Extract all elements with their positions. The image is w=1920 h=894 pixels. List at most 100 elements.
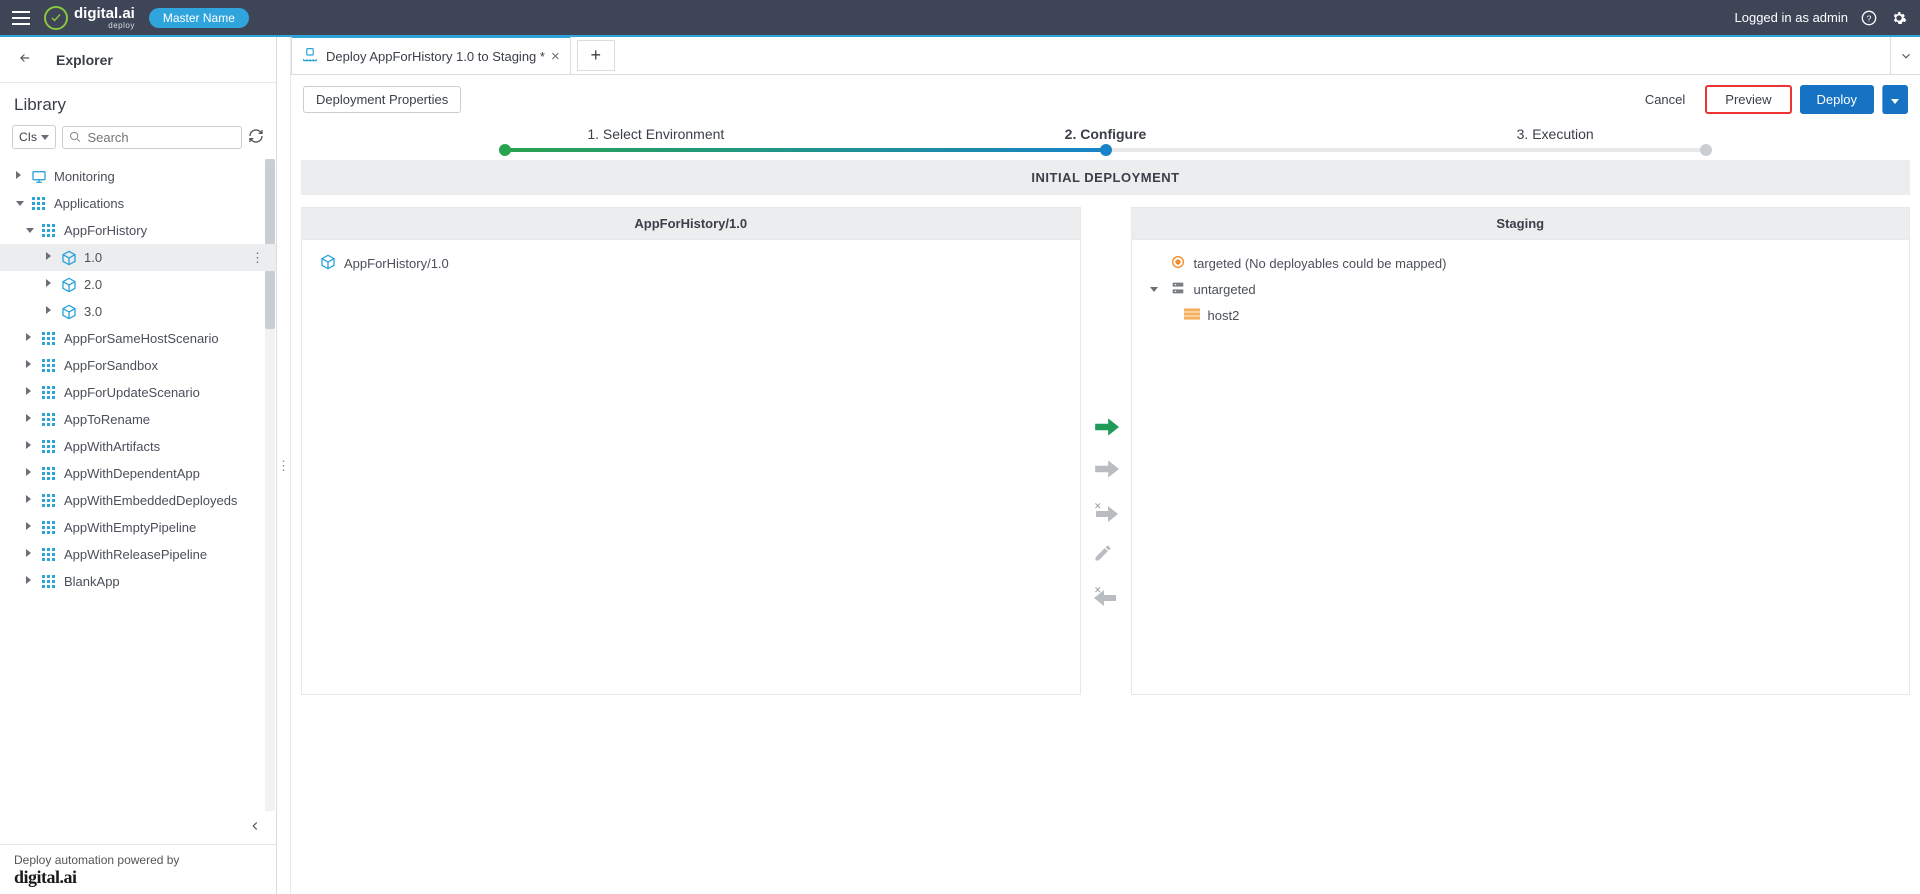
server-icon (1170, 280, 1186, 299)
tree-item-applications[interactable]: Applications (0, 190, 276, 217)
caret-right-icon (26, 495, 31, 503)
untargeted-row[interactable]: untargeted (1150, 276, 1892, 302)
caret-right-icon (26, 468, 31, 476)
svg-text:✕: ✕ (1094, 501, 1102, 511)
deployment-banner: INITIAL DEPLOYMENT (301, 160, 1910, 195)
tree-label: AppWithEmbeddedDeployeds (64, 493, 237, 508)
untargeted-label: untargeted (1194, 282, 1256, 297)
tree-label: AppWithArtifacts (64, 439, 160, 454)
svg-text:?: ? (1867, 13, 1872, 23)
tree-item-app[interactable]: AppForUpdateScenario (0, 379, 276, 406)
step-dot-2 (1100, 144, 1112, 156)
tree-label: 3.0 (84, 304, 102, 319)
caret-down-icon (1150, 287, 1158, 292)
more-icon[interactable]: ⋮ (247, 250, 268, 266)
package-icon (60, 303, 78, 321)
targeted-label: targeted (No deployables could be mapped… (1194, 256, 1447, 271)
tree-item-app[interactable]: AppWithDependentApp (0, 460, 276, 487)
package-icon (60, 249, 78, 267)
targeted-row[interactable]: targeted (No deployables could be mapped… (1150, 250, 1892, 276)
cls-dropdown[interactable]: CIs (12, 125, 56, 149)
add-tab-button[interactable]: + (577, 40, 615, 71)
tree-label: AppWithEmptyPipeline (64, 520, 196, 535)
cancel-button[interactable]: Cancel (1633, 87, 1697, 112)
tab-deploy[interactable]: Deploy AppForHistory 1.0 to Staging * × (291, 36, 571, 74)
grid-icon (40, 222, 58, 240)
tree-label: 1.0 (84, 250, 102, 265)
tree-item-app[interactable]: AppWithEmbeddedDeployeds (0, 487, 276, 514)
caret-right-icon (46, 306, 51, 314)
host-label: host2 (1208, 308, 1240, 323)
tree-label: AppForSameHostScenario (64, 331, 219, 346)
tree-item-monitoring[interactable]: Monitoring (0, 163, 276, 190)
tab-bar: Deploy AppForHistory 1.0 to Staging * × … (291, 37, 1920, 75)
unmap-left-icon[interactable]: ✕ (1093, 585, 1119, 605)
tree-item-app[interactable]: AppWithReleasePipeline (0, 541, 276, 568)
help-icon[interactable]: ? (1860, 9, 1878, 27)
master-name-badge[interactable]: Master Name (149, 8, 249, 28)
step-2: 2. Configure (881, 126, 1331, 142)
target-panel: Staging targeted (No deployables could b… (1131, 207, 1911, 695)
sidebar-collapse[interactable] (0, 811, 276, 844)
tree-label: AppForHistory (64, 223, 147, 238)
preview-button[interactable]: Preview (1705, 85, 1791, 114)
tree-item-version-2-0[interactable]: 2.0 (0, 271, 276, 298)
tree-item-app[interactable]: AppToRename (0, 406, 276, 433)
map-right-icon[interactable] (1093, 417, 1119, 437)
search-field-wrap[interactable] (62, 126, 242, 149)
search-icon (69, 130, 81, 144)
hamburger-menu[interactable] (12, 9, 30, 27)
tree-item-app[interactable]: AppForSameHostScenario (0, 325, 276, 352)
back-icon[interactable] (16, 51, 34, 68)
chevron-down-icon (1891, 99, 1899, 104)
library-tree: Monitoring Applications AppForHistory 1.… (0, 159, 276, 811)
deploy-icon (300, 47, 320, 66)
caret-right-icon (46, 279, 51, 287)
tree-item-app[interactable]: AppWithEmptyPipeline (0, 514, 276, 541)
logged-in-text: Logged in as admin (1735, 10, 1848, 25)
refresh-icon[interactable] (248, 128, 264, 147)
caret-down-icon (16, 201, 24, 206)
tree-label: AppWithDependentApp (64, 466, 200, 481)
tree-label: AppForUpdateScenario (64, 385, 200, 400)
grid-icon (40, 438, 58, 456)
main-content: Deploy AppForHistory 1.0 to Staging * × … (291, 37, 1920, 894)
deployment-properties-button[interactable]: Deployment Properties (303, 86, 461, 113)
edit-icon[interactable] (1093, 543, 1119, 563)
gear-icon[interactable] (1890, 9, 1908, 27)
host-row[interactable]: host2 (1150, 302, 1892, 328)
grid-icon (40, 411, 58, 429)
source-item-label: AppForHistory/1.0 (344, 256, 449, 271)
caret-right-icon (26, 576, 31, 584)
package-icon (60, 276, 78, 294)
deploy-dropdown[interactable] (1882, 85, 1908, 114)
caret-right-icon (26, 549, 31, 557)
search-input[interactable] (87, 130, 235, 145)
library-title: Library (0, 83, 276, 125)
deploy-button[interactable]: Deploy (1800, 85, 1874, 114)
monitor-icon (30, 168, 48, 186)
wizard-steps: 1. Select Environment 2. Configure 3. Ex… (291, 122, 1920, 160)
tree-item-version-3-0[interactable]: 3.0 (0, 298, 276, 325)
topbar: digital.ai deploy Master Name Logged in … (0, 0, 1920, 35)
tree-item-app[interactable]: AppWithArtifacts (0, 433, 276, 460)
sidebar-resize-handle[interactable]: ⋮ (277, 37, 291, 894)
caret-right-icon (16, 171, 21, 179)
tree-item-app[interactable]: BlankApp (0, 568, 276, 595)
caret-down-icon (26, 228, 34, 233)
tab-expand[interactable] (1890, 37, 1920, 74)
tree-label: Monitoring (54, 169, 115, 184)
package-icon (320, 254, 336, 273)
map-right-disabled-icon[interactable] (1093, 459, 1119, 479)
close-icon[interactable]: × (551, 48, 560, 65)
caret-right-icon (46, 252, 51, 260)
brand-badge-icon (44, 6, 68, 30)
tree-item-app[interactable]: AppForSandbox (0, 352, 276, 379)
unmap-right-icon[interactable]: ✕ (1093, 501, 1119, 521)
brand-text: digital.ai (74, 5, 135, 22)
source-item[interactable]: AppForHistory/1.0 (320, 250, 1062, 276)
tree-label: BlankApp (64, 574, 120, 589)
host-icon (1184, 307, 1200, 324)
tree-item-appforhistory[interactable]: AppForHistory (0, 217, 276, 244)
tree-item-version-1-0[interactable]: 1.0 ⋮ (0, 244, 276, 271)
